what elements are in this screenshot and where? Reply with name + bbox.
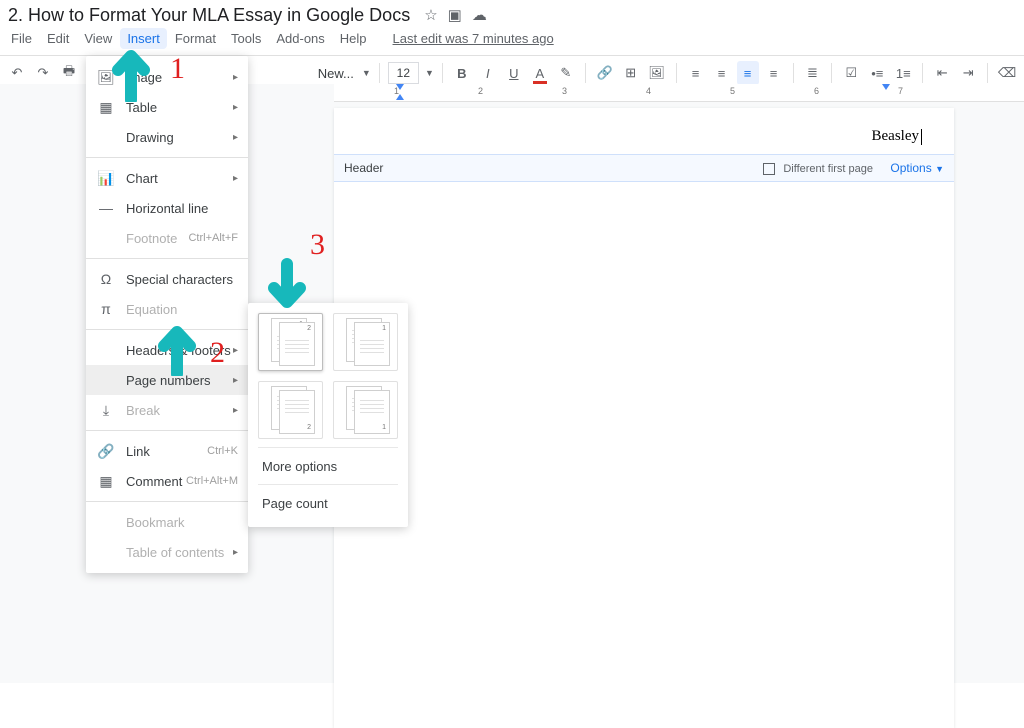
header-text[interactable]: Beasley (872, 128, 922, 145)
link-icon: 🔗 (96, 443, 116, 460)
checklist-button[interactable]: ☑ (840, 61, 862, 85)
cloud-status-icon: ☁ (472, 6, 487, 24)
italic-button[interactable]: I (477, 61, 499, 85)
header-options-dropdown[interactable]: Options ▼ (890, 161, 944, 175)
insert-toc-item: Table of contents▸ (86, 537, 248, 567)
insert-image-button[interactable]: 🖼 (646, 61, 668, 85)
insert-link-item[interactable]: 🔗LinkCtrl+K (86, 436, 248, 466)
insert-comment-item[interactable]: ▦CommentCtrl+Alt+M (86, 466, 248, 496)
menu-tools[interactable]: Tools (224, 28, 268, 49)
last-edit-link[interactable]: Last edit was 7 minutes ago (393, 31, 554, 46)
insert-drawing-item[interactable]: Drawing▸ (86, 122, 248, 152)
page-number-bottom-right-skip-first-option[interactable]: 1 (333, 381, 398, 439)
page-number-bottom-right-option[interactable]: 1 2 (258, 381, 323, 439)
comment-icon: ▦ (96, 473, 116, 490)
menu-addons[interactable]: Add-ons (269, 28, 331, 49)
insert-menu-dropdown: 🖼Image▸ ▦Table▸ Drawing▸ 📊Chart▸ —Horizo… (86, 56, 248, 573)
page-numbers-submenu: 1 2 1 1 2 1 More options Page count (248, 303, 408, 527)
page-numbers-more-options[interactable]: More options (258, 448, 398, 484)
align-justify-button[interactable]: ≡ (763, 61, 785, 85)
menu-edit[interactable]: Edit (40, 28, 76, 49)
annotation-number-3: 3 (310, 228, 325, 262)
hr-icon: — (96, 200, 116, 216)
menu-help[interactable]: Help (333, 28, 374, 49)
chevron-right-icon: ▸ (233, 72, 238, 83)
undo-button[interactable]: ↶ (6, 61, 28, 85)
insert-link-button[interactable]: 🔗 (594, 61, 616, 85)
redo-button[interactable]: ↷ (32, 61, 54, 85)
move-icon[interactable]: ▣ (448, 6, 462, 24)
line-spacing-button[interactable]: ≣ (801, 61, 823, 85)
different-first-page-label: Different first page (783, 163, 873, 175)
font-selector[interactable]: New... (318, 66, 358, 81)
insert-bookmark-item: Bookmark (86, 507, 248, 537)
break-icon: ⤓ (96, 402, 116, 419)
indent-decrease-button[interactable]: ⇤ (931, 61, 953, 85)
annotation-arrow-3 (262, 256, 312, 312)
insert-special-item[interactable]: ΩSpecial characters (86, 264, 248, 294)
clear-format-button[interactable]: ⌫ (996, 61, 1018, 85)
star-icon[interactable]: ☆ (424, 6, 437, 24)
insert-footnote-item: FootnoteCtrl+Alt+F (86, 223, 248, 253)
insert-break-item: ⤓Break▸ (86, 395, 248, 425)
annotation-arrow-1 (106, 42, 156, 102)
menu-file[interactable]: File (4, 28, 39, 49)
bullet-list-button[interactable]: •≡ (866, 61, 888, 85)
page-numbers-page-count[interactable]: Page count (258, 485, 398, 521)
font-size-input[interactable]: 12 (388, 62, 419, 84)
align-right-button[interactable]: ≡ (737, 61, 759, 85)
text-color-button[interactable]: A (529, 61, 551, 85)
menu-format[interactable]: Format (168, 28, 223, 49)
insert-comment-button[interactable]: ⊞ (620, 61, 642, 85)
annotation-number-1: 1 (170, 52, 185, 86)
page-number-top-right-skip-first-option[interactable]: 1 (333, 313, 398, 371)
document-page[interactable]: Beasley Header Different first page Opti… (334, 108, 954, 728)
text-cursor (921, 129, 922, 145)
annotation-number-2: 2 (210, 336, 225, 370)
page-number-top-right-option[interactable]: 1 2 (258, 313, 323, 371)
align-left-button[interactable]: ≡ (685, 61, 707, 85)
annotation-arrow-2 (152, 320, 202, 376)
bold-button[interactable]: B (451, 61, 473, 85)
header-band: Header Different first page Options ▼ (334, 154, 954, 182)
align-center-button[interactable]: ≡ (711, 61, 733, 85)
header-label: Header (344, 161, 383, 175)
underline-button[interactable]: U (503, 61, 525, 85)
numbered-list-button[interactable]: 1≡ (892, 61, 914, 85)
print-button[interactable]: 🖶 (58, 61, 80, 85)
insert-chart-item[interactable]: 📊Chart▸ (86, 163, 248, 193)
horizontal-ruler[interactable]: 1 2 3 4 5 6 7 (334, 84, 1024, 102)
indent-increase-button[interactable]: ⇥ (957, 61, 979, 85)
insert-hr-item[interactable]: —Horizontal line (86, 193, 248, 223)
document-title[interactable]: 2. How to Format Your MLA Essay in Googl… (4, 5, 414, 26)
omega-icon: Ω (96, 271, 116, 287)
pi-icon: π (96, 301, 116, 317)
different-first-page-checkbox[interactable] (763, 163, 775, 175)
highlight-button[interactable]: ✎ (555, 61, 577, 85)
chart-icon: 📊 (96, 170, 116, 187)
